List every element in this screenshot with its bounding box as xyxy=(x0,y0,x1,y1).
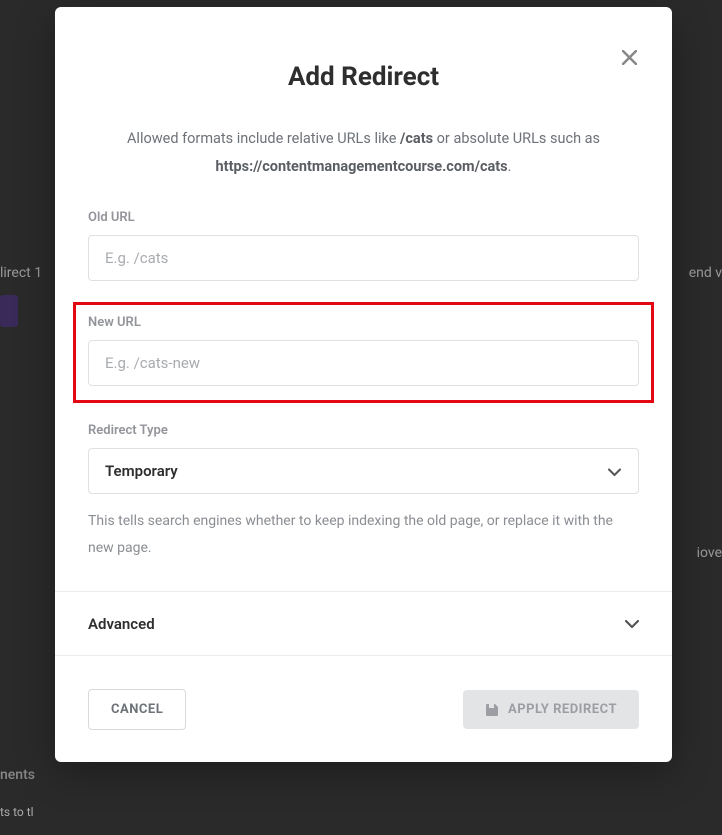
redirect-type-select-wrap: Temporary xyxy=(88,448,639,494)
advanced-label: Advanced xyxy=(88,615,155,633)
close-button[interactable] xyxy=(617,45,642,70)
modal-title: Add Redirect xyxy=(88,62,639,92)
cancel-button[interactable]: CANCEL xyxy=(88,689,186,730)
advanced-toggle[interactable]: Advanced xyxy=(55,591,672,656)
redirect-type-label: Redirect Type xyxy=(88,423,639,438)
old-url-field-group: Old URL xyxy=(88,210,639,281)
apply-redirect-button[interactable]: APPLY REDIRECT xyxy=(463,690,639,729)
new-url-input[interactable] xyxy=(88,340,639,386)
bg-fragment: end v xyxy=(689,265,722,281)
redirect-type-help: This tells search engines whether to kee… xyxy=(88,508,639,561)
bg-fragment: ts to tl xyxy=(0,805,34,819)
bg-fragment: lirect 1 xyxy=(0,265,42,281)
bg-fragment: iove xyxy=(697,545,722,561)
modal-footer: CANCEL APPLY REDIRECT xyxy=(55,656,672,762)
bg-fragment: nents xyxy=(0,767,35,783)
form-body: Old URL New URL Redirect Type Temporary … xyxy=(55,210,672,586)
new-url-field-group: New URL xyxy=(73,302,654,403)
add-redirect-modal: Add Redirect Allowed formats include rel… xyxy=(55,7,672,762)
help-text-segment: Allowed formats include relative URLs li… xyxy=(127,130,400,147)
help-text-segment: . xyxy=(508,158,512,175)
help-text-segment: or absolute URLs such as xyxy=(433,130,600,147)
new-url-label: New URL xyxy=(88,315,639,330)
apply-redirect-label: APPLY REDIRECT xyxy=(508,702,617,717)
old-url-label: Old URL xyxy=(88,210,639,225)
help-text-bold: https://contentmanagementcourse.com/cats xyxy=(216,158,508,175)
redirect-type-field-group: Redirect Type Temporary This tells searc… xyxy=(88,423,639,561)
bg-fragment xyxy=(0,295,18,327)
help-text-bold: /cats xyxy=(400,130,433,147)
modal-header: Add Redirect xyxy=(55,7,672,107)
save-icon xyxy=(485,703,499,717)
help-text: Allowed formats include relative URLs li… xyxy=(55,107,672,210)
redirect-type-select[interactable]: Temporary xyxy=(88,448,639,494)
old-url-input[interactable] xyxy=(88,235,639,281)
chevron-down-icon xyxy=(625,614,639,633)
close-icon xyxy=(622,50,637,65)
